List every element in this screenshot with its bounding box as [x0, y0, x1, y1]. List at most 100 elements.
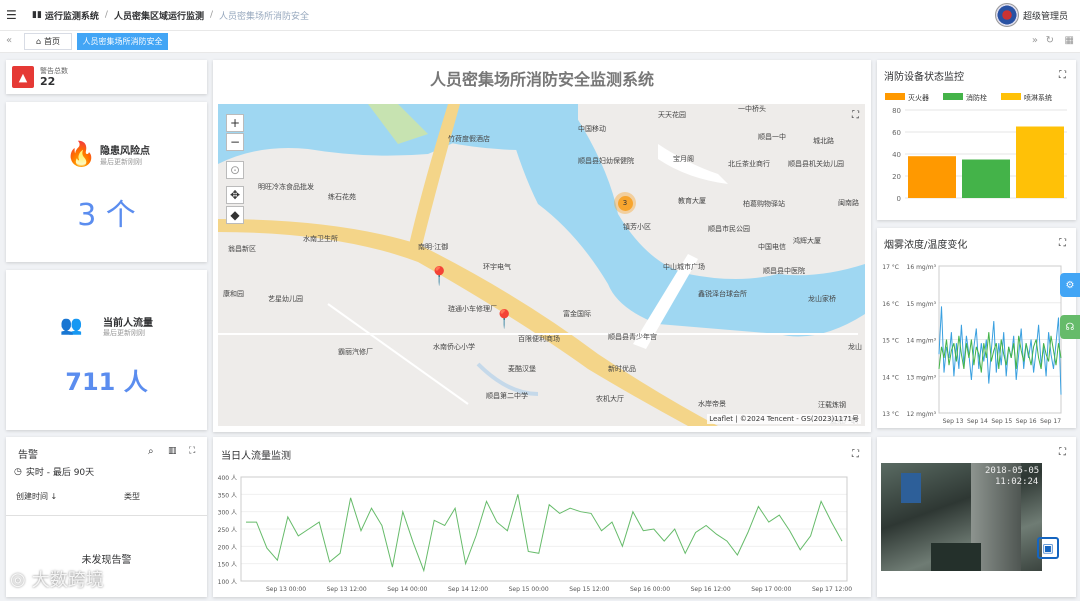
map-label: 练石花苑 — [328, 193, 356, 201]
map-label: 琏通小车修理厂 — [448, 305, 497, 313]
y2-tick-label: 16 mg/m³ — [907, 264, 937, 271]
legend-swatch — [885, 93, 905, 100]
legend-label: 灭火器 — [908, 94, 929, 102]
fullscreen-icon[interactable]: ⛶ — [1059, 70, 1066, 81]
map-label: 康和园 — [223, 290, 244, 298]
people-icon: 👥 — [60, 315, 83, 336]
map-label: 南明·江御 — [418, 243, 449, 251]
search-icon[interactable]: ⌕ — [148, 446, 154, 457]
tab-home[interactable]: ⌂ 首页 — [24, 33, 72, 50]
x-tick-label: Sep 13 00:00 — [266, 586, 306, 593]
bar — [962, 159, 1010, 198]
user-name[interactable]: 超级管理员 — [1023, 9, 1068, 22]
chart-icon: ▮▮ — [32, 10, 42, 20]
time-range[interactable]: ◷ 实时 - 最后 90天 — [14, 465, 94, 479]
scroll-left-icon[interactable]: « — [6, 35, 12, 46]
breadcrumb: ▮▮ 运行监测系统 / 人员密集区域运行监测 / 人员密集场所消防安全 — [32, 9, 310, 22]
y-tick-label: 0 — [897, 195, 901, 203]
map-label: 教育大厦 — [678, 197, 706, 205]
map-label: 霸丽汽修厂 — [338, 348, 373, 356]
map-label: 竹荷度假酒店 — [448, 135, 490, 143]
eraser-icon[interactable]: ◆ — [226, 206, 244, 224]
clock-icon: ◷ — [14, 466, 22, 477]
map-canvas — [218, 104, 865, 426]
map-label: 中国电信 — [758, 243, 786, 251]
map-label: 富金国际 — [563, 310, 591, 318]
flow-title: 当前人流量 — [103, 318, 153, 329]
warning-icon: ▲ — [12, 66, 34, 88]
y-tick-label: 400 人 — [218, 475, 237, 482]
bar — [908, 156, 956, 198]
fullscreen-icon[interactable]: ⛶ — [1059, 447, 1066, 458]
x-tick-label: Sep 17 00:00 — [751, 586, 791, 593]
scroll-right-icon[interactable]: » — [1032, 35, 1038, 46]
fire-icon: 🔥 — [66, 140, 96, 168]
y2-tick-label: 15 mg/m³ — [907, 301, 937, 308]
sort-down-icon: ↓ — [50, 492, 58, 501]
column-created-time[interactable]: 创建时间 ↓ — [16, 491, 57, 502]
traffic-title: 当日人流量监测 — [221, 451, 291, 462]
x-tick-label: Sep 16 00:00 — [630, 586, 670, 593]
map-view[interactable]: + − ⊙ ✥ ◆ ⛶ 3 📍 📍 竹荷度假酒店 中国移动 天天花园 一中桥头 顺昌一中… — [218, 104, 865, 426]
hamburger-icon[interactable]: ☰ — [6, 8, 26, 22]
map-label: 鸿辉大厦 — [793, 237, 821, 245]
alarm-total-value: 22 — [40, 75, 56, 88]
marker-icon[interactable]: ⊙ — [226, 161, 244, 179]
logo-icon: ◎ — [10, 568, 26, 590]
flow-updated: 最后更新刚刚 — [103, 329, 145, 337]
y-tick-label: 60 — [892, 129, 901, 137]
y-tick-label: 250 人 — [218, 527, 237, 534]
avatar[interactable] — [994, 3, 1019, 27]
y2-tick-label: 14 mg/m³ — [907, 338, 937, 345]
y-tick-label: 100 人 — [218, 579, 237, 586]
map-attribution[interactable]: Leaflet | ©2024 Tencent - GS(2023)1171号 — [707, 414, 861, 424]
tags-view: « ⌂ 首页 人员密集场所消防安全 » ↻ ▦ — [0, 31, 1080, 53]
zoom-in-button[interactable]: + — [226, 114, 244, 132]
x-tick-label: Sep 14 00:00 — [387, 586, 427, 593]
grid-icon[interactable]: ▦ — [1065, 35, 1074, 46]
traffic-line — [246, 494, 843, 573]
support-side-button[interactable]: ☊ — [1060, 315, 1080, 339]
map-label: 柏葛购物驿站 — [743, 200, 785, 208]
map-label: 明旺冷冻食品批发 — [258, 183, 314, 191]
camera-icon[interactable]: ▣ — [1037, 537, 1059, 559]
map-label: 翁昌新区 — [228, 245, 256, 253]
fullscreen-icon[interactable]: ⛶ — [1059, 238, 1066, 249]
y-tick-label: 80 — [892, 107, 901, 115]
user-menu[interactable]: 超级管理员 — [994, 3, 1068, 27]
map-label: 顺昌县妇幼保健院 — [578, 157, 634, 165]
map-label: 水南侨心小学 — [433, 343, 475, 351]
map-fullscreen-icon[interactable]: ⛶ — [852, 110, 859, 121]
map-label: 麦酷汉堡 — [508, 365, 536, 373]
map-label: 水岸帝景 — [698, 400, 726, 408]
y-tick-label: 17 °C — [882, 264, 899, 271]
tab-fire-safety[interactable]: 人员密集场所消防安全 — [77, 33, 168, 50]
marker-cluster[interactable]: 3 — [614, 192, 636, 214]
map-marker-icon[interactable]: 📍 — [428, 266, 450, 287]
column-type[interactable]: 类型 — [124, 491, 140, 502]
hazard-title: 隐患风险点 — [100, 146, 150, 157]
map-label: 新时优品 — [608, 365, 636, 373]
breadcrumb-mid[interactable]: 人员密集区域运行监测 — [114, 9, 204, 22]
y-tick-label: 16 °C — [882, 301, 899, 308]
columns-icon[interactable]: ▥ — [168, 446, 177, 456]
map-label: 中国移动 — [578, 125, 606, 133]
zoom-out-button[interactable]: − — [226, 133, 244, 151]
smoke-title: 烟雾浓度/温度变化 — [884, 240, 968, 251]
map-label: 顺昌第二中学 — [486, 392, 528, 400]
fullscreen-icon[interactable]: ⛶ — [189, 446, 195, 456]
y-tick-label: 150 人 — [218, 562, 237, 569]
map-label: 水南卫生所 — [303, 235, 338, 243]
map-label: 一中桥头 — [738, 105, 766, 113]
breadcrumb-root[interactable]: 运行监测系统 — [45, 9, 99, 22]
move-icon[interactable]: ✥ — [226, 186, 244, 204]
map-label: 汪载炼钢 — [818, 401, 846, 409]
watermark: ◎ 大数跨境 — [10, 568, 104, 592]
refresh-icon[interactable]: ↻ — [1046, 35, 1054, 46]
y-tick-label: 20 — [892, 173, 901, 181]
settings-side-button[interactable]: ⚙ — [1060, 273, 1080, 297]
equipment-chart: 灭火器 消防栓 喷淋系统 0 20 40 60 80 — [885, 93, 1067, 203]
x-tick-label: Sep 13 — [943, 418, 964, 425]
map-label: 顺昌县机关幼儿园 — [788, 160, 844, 168]
fullscreen-icon[interactable]: ⛶ — [852, 449, 859, 460]
